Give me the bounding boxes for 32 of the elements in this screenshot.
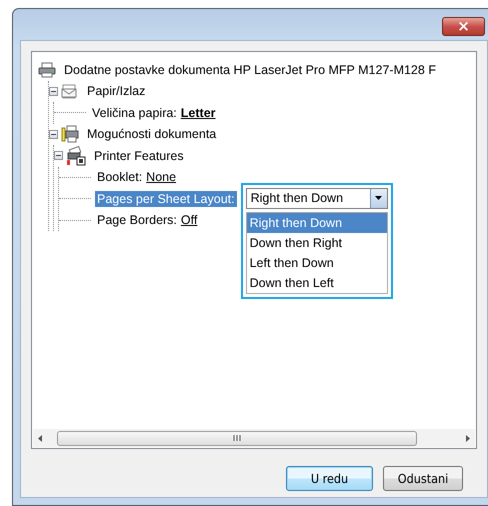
dialog-button[interactable]: U redu: [286, 466, 373, 491]
setting-value[interactable]: Off: [180, 213, 198, 228]
setting-label[interactable]: Booklet:: [95, 169, 144, 186]
collapse-icon[interactable]: [49, 130, 58, 139]
dropdown-option[interactable]: Down then Left: [246, 272, 387, 293]
right-arrow-icon[interactable]: [466, 434, 470, 442]
grip-icon: [232, 435, 242, 441]
tree-node-label[interactable]: Printer Features: [92, 148, 186, 164]
printer-icon: [66, 146, 86, 166]
envelope-icon: [61, 83, 79, 100]
combo-box[interactable]: Right then Down: [246, 188, 388, 209]
setting-label[interactable]: Pages per Sheet Layout:: [95, 190, 237, 207]
dropdown-option[interactable]: Down then Right: [246, 232, 387, 253]
dropdown-option[interactable]: Right then Down: [246, 212, 387, 233]
setting-value[interactable]: None: [146, 170, 176, 184]
scrollbar-thumb[interactable]: [57, 430, 417, 446]
tree-node-label[interactable]: Dodatne postavke dokumenta HP LaserJet Pro MFP M127-M128 F: [62, 62, 438, 78]
collapse-icon[interactable]: [49, 86, 58, 96]
printer-icon: [61, 125, 79, 144]
left-arrow-icon[interactable]: [38, 434, 42, 442]
setting-value[interactable]: Letter: [180, 106, 216, 120]
horizontal-scrollbar[interactable]: [33, 429, 475, 447]
close-button[interactable]: ×: [442, 17, 485, 36]
setting-label[interactable]: Veličina papira:: [90, 104, 179, 121]
dialog-button[interactable]: Odustani: [383, 466, 463, 491]
tree-node-label[interactable]: Papir/Izlaz: [85, 83, 148, 100]
tree-node-label[interactable]: Mogućnosti dokumenta: [85, 126, 218, 142]
dropdown-arrow-icon[interactable]: [375, 196, 382, 200]
dropdown-option[interactable]: Left then Down: [246, 252, 387, 273]
setting-label[interactable]: Page Borders:: [95, 212, 179, 228]
printer-icon: [38, 62, 56, 78]
collapse-icon[interactable]: [54, 151, 63, 160]
